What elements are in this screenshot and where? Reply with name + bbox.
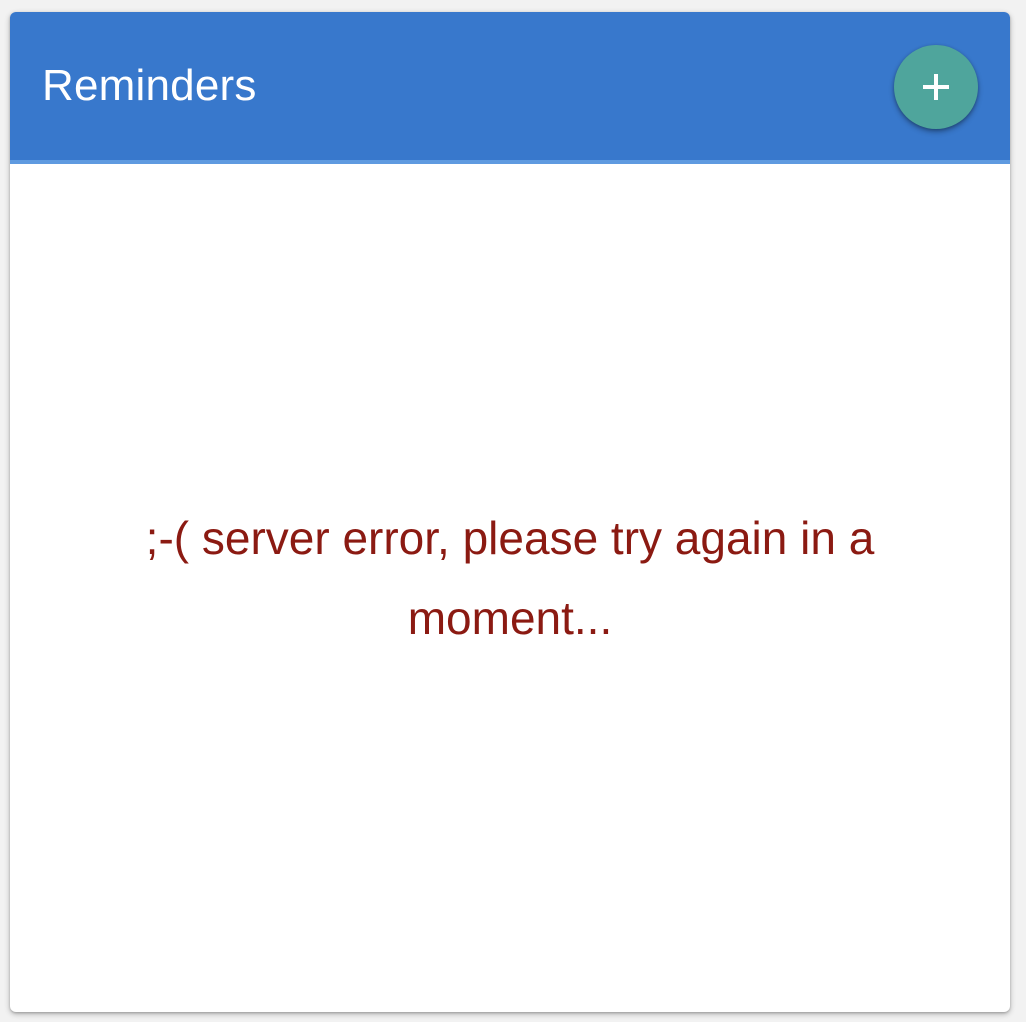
card-body: ;-( server error, please try again in a … [10,164,1010,1012]
error-message: ;-( server error, please try again in a … [145,512,875,644]
plus-icon [923,74,949,100]
reminders-card: Reminders ;-( server error, please try a… [10,12,1010,1012]
page-title: Reminders [42,61,257,110]
add-reminder-button[interactable] [894,45,978,129]
card-header: Reminders [10,12,1010,160]
